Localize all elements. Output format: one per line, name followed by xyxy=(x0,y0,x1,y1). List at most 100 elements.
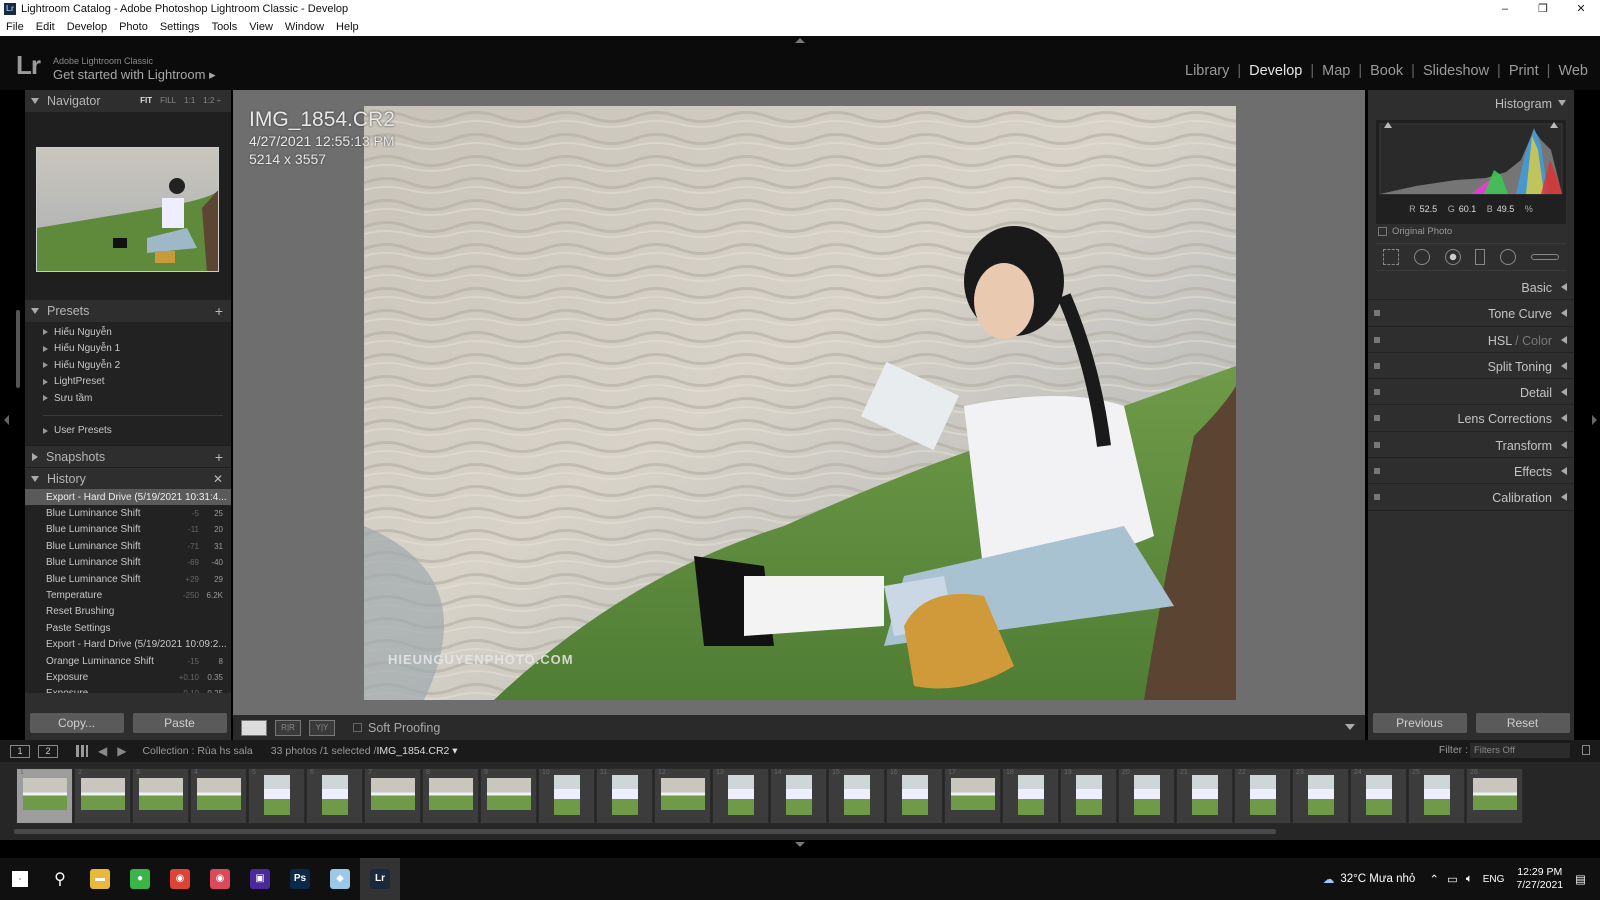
module-develop[interactable]: Develop xyxy=(1241,63,1310,79)
red-eye-icon[interactable] xyxy=(1444,249,1461,265)
section-toggle-switch[interactable] xyxy=(1374,389,1380,396)
secondary-window-button[interactable]: 2 xyxy=(38,744,58,758)
grid-view-icon[interactable] xyxy=(76,745,88,757)
menu-tools[interactable]: Tools xyxy=(206,21,244,33)
navigator-header[interactable]: Navigator FIT FILL 1:1 1:2 ÷ xyxy=(25,90,231,112)
filmstrip-thumbnail[interactable]: 16 xyxy=(886,768,943,824)
module-book[interactable]: Book xyxy=(1362,63,1411,79)
filmstrip-thumbnail[interactable]: 12 xyxy=(654,768,711,824)
photoshop-taskbar-button[interactable]: Ps xyxy=(280,858,320,900)
minimize-button[interactable]: – xyxy=(1486,0,1524,18)
filmstrip-thumbnail[interactable]: 4 xyxy=(190,768,247,824)
file-explorer-taskbar-button[interactable]: ▬ xyxy=(80,858,120,900)
media-taskbar-button[interactable]: ▣ xyxy=(240,858,280,900)
section-toggle-switch[interactable] xyxy=(1374,415,1380,422)
lightroom-taskbar-button[interactable]: Lr xyxy=(360,858,400,900)
notifications-icon[interactable]: ▤ xyxy=(1575,872,1586,886)
section-toggle-switch[interactable] xyxy=(1374,310,1380,317)
zoom-1-2[interactable]: 1:2 ÷ xyxy=(199,96,225,105)
get-started-link[interactable]: Get started with Lightroom ▸ xyxy=(53,67,216,83)
top-panel-toggle-icon[interactable] xyxy=(795,38,805,43)
left-panel-toggle-icon[interactable] xyxy=(4,415,9,425)
add-snapshot-icon[interactable]: + xyxy=(215,449,223,465)
filmstrip-thumbnail[interactable]: 1 xyxy=(16,768,73,824)
filmstrip-thumbnail[interactable]: 11 xyxy=(596,768,653,824)
zoom-fit[interactable]: FIT xyxy=(136,96,156,105)
filmstrip-thumbnail[interactable]: 6 xyxy=(306,768,363,824)
history-item[interactable]: Blue Luminance Shift -11 20 xyxy=(25,522,231,538)
toolbar-menu-icon[interactable] xyxy=(1345,724,1355,730)
section-hsl[interactable]: HSL / Color xyxy=(1368,327,1574,353)
original-photo-checkbox[interactable] xyxy=(1378,227,1387,236)
section-calibration[interactable]: Calibration xyxy=(1368,484,1574,511)
filmstrip-thumbnail[interactable]: 10 xyxy=(538,768,595,824)
section-split-toning[interactable]: Split Toning xyxy=(1368,353,1574,380)
notes-taskbar-button[interactable]: ◆ xyxy=(320,858,360,900)
preset-folder[interactable]: LightPreset xyxy=(25,374,231,391)
section-toggle-switch[interactable] xyxy=(1374,441,1380,448)
copy-button[interactable]: Copy... xyxy=(29,713,124,733)
zoom-fill[interactable]: FILL xyxy=(156,96,180,105)
section-detail[interactable]: Detail xyxy=(1368,379,1574,406)
before-after-icon[interactable]: R|R xyxy=(275,719,301,736)
adjustment-brush-icon[interactable] xyxy=(1530,254,1559,260)
menu-window[interactable]: Window xyxy=(279,21,330,33)
section-tone-curve[interactable]: Tone Curve xyxy=(1368,300,1574,327)
module-web[interactable]: Web xyxy=(1550,63,1596,79)
filmstrip-thumbnail[interactable]: 22 xyxy=(1234,768,1291,824)
previous-button[interactable]: Previous xyxy=(1372,713,1467,733)
preset-folder[interactable]: Sưu tầm xyxy=(25,390,231,407)
weather-text[interactable]: 32°C Mưa nhỏ xyxy=(1340,873,1415,885)
filmstrip-thumbnail[interactable]: 9 xyxy=(480,768,537,824)
history-item[interactable]: Paste Settings xyxy=(25,620,231,636)
chrome-taskbar-button[interactable]: ◉ xyxy=(160,858,200,900)
filter-lock-icon[interactable] xyxy=(1582,745,1590,755)
section-title-alt[interactable]: / Color xyxy=(1512,334,1552,348)
menu-photo[interactable]: Photo xyxy=(113,21,154,33)
current-file-dropdown[interactable]: IMG_1854.CR2 ▾ xyxy=(376,745,457,757)
history-item[interactable]: Reset Brushing xyxy=(25,604,231,620)
history-item[interactable]: Exposure -0.10 0.25 xyxy=(25,686,231,693)
history-item[interactable]: Blue Luminance Shift +29 29 xyxy=(25,571,231,587)
filmstrip-thumbnail[interactable]: 5 xyxy=(248,768,305,824)
volume-icon[interactable]: 🔈︎ xyxy=(1466,873,1473,886)
filmstrip-scrollbar[interactable] xyxy=(14,829,1276,834)
module-print[interactable]: Print xyxy=(1501,63,1547,79)
history-item[interactable]: Export - Hard Drive (5/19/2021 10:09:2..… xyxy=(25,637,231,653)
zoom-1-1[interactable]: 1:1 xyxy=(180,96,199,105)
history-item[interactable]: Blue Luminance Shift -5 25 xyxy=(25,505,231,521)
section-transform[interactable]: Transform xyxy=(1368,432,1574,459)
main-photo[interactable]: HIEUNGUYENPHOTO.COM xyxy=(364,106,1236,700)
preset-folder[interactable]: Hiếu Nguyễn 2 xyxy=(25,357,231,374)
filmstrip-thumbnail[interactable]: 15 xyxy=(828,768,885,824)
history-item[interactable]: Export - Hard Drive (5/19/2021 10:31:4..… xyxy=(25,489,231,506)
history-item[interactable]: Blue Luminance Shift -71 31 xyxy=(25,538,231,554)
app-green-taskbar-button[interactable]: ● xyxy=(120,858,160,900)
snapshots-header[interactable]: Snapshots + xyxy=(25,445,231,467)
crop-tool-icon[interactable] xyxy=(1383,249,1400,265)
left-panel-scrollbar[interactable] xyxy=(16,310,20,388)
soft-proofing-checkbox[interactable] xyxy=(353,723,362,732)
chrome-alt-taskbar-button[interactable]: ◉ xyxy=(200,858,240,900)
preset-folder[interactable]: Hiếu Nguyễn xyxy=(25,324,231,341)
filmstrip-thumbnail[interactable]: 17 xyxy=(944,768,1001,824)
filmstrip-thumbnail[interactable]: 26 xyxy=(1466,768,1523,824)
maximize-button[interactable]: ❐ xyxy=(1524,0,1562,18)
filmstrip-thumbnail[interactable]: 19 xyxy=(1060,768,1117,824)
module-slideshow[interactable]: Slideshow xyxy=(1415,63,1497,79)
history-item[interactable]: Blue Luminance Shift -69 -40 xyxy=(25,555,231,571)
menu-help[interactable]: Help xyxy=(330,21,365,33)
filmstrip-thumbnail[interactable]: 7 xyxy=(364,768,421,824)
close-button[interactable]: ✕ xyxy=(1562,0,1600,18)
back-arrow-icon[interactable]: ◀ xyxy=(98,744,107,758)
loupe-view-icon[interactable] xyxy=(241,719,267,736)
section-toggle-switch[interactable] xyxy=(1374,362,1380,369)
section-toggle-switch[interactable] xyxy=(1374,494,1380,501)
filmstrip-thumbnail[interactable]: 14 xyxy=(770,768,827,824)
filmstrip-thumbnail[interactable]: 23 xyxy=(1292,768,1349,824)
filmstrip-thumbnail[interactable]: 21 xyxy=(1176,768,1233,824)
language-indicator[interactable]: ENG xyxy=(1483,874,1505,885)
filmstrip-thumbnail[interactable]: 25 xyxy=(1408,768,1465,824)
before-after-yy-icon[interactable]: Y|Y xyxy=(309,719,335,736)
section-lens-corrections[interactable]: Lens Corrections xyxy=(1368,405,1574,432)
